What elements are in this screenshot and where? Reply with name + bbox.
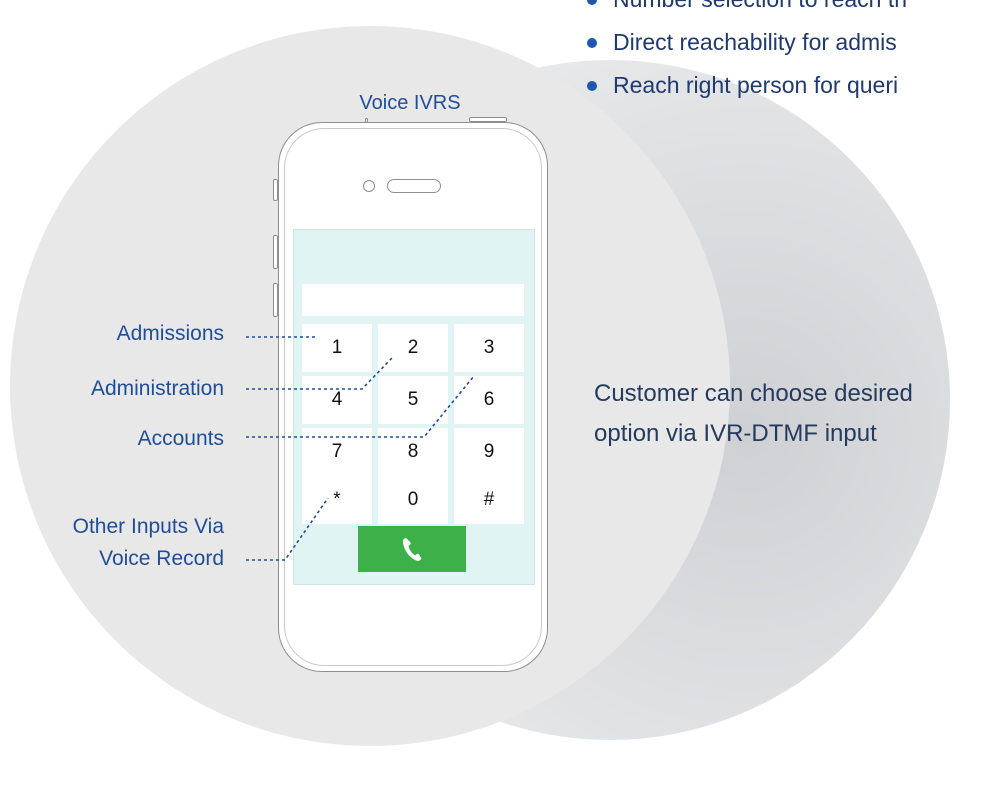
leader-accounts (246, 375, 475, 438)
dtmf-description: Customer can choose desired option via I… (594, 380, 913, 447)
leader-administration (246, 357, 393, 390)
leader-other-inputs (246, 497, 329, 561)
ivr-diagram: Number selection to reach th Direct reac… (0, 0, 986, 790)
